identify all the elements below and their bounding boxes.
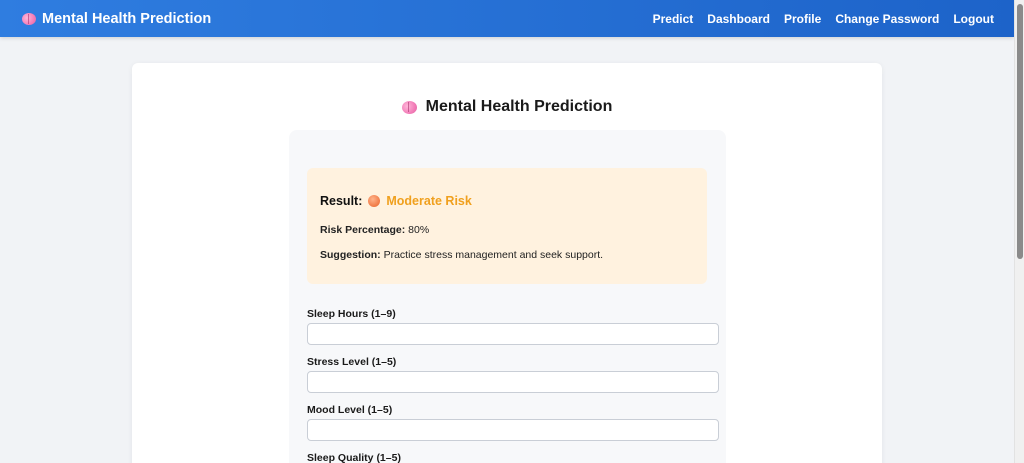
nav-profile[interactable]: Profile xyxy=(784,12,821,26)
brain-icon xyxy=(401,100,417,114)
brain-icon xyxy=(22,12,36,25)
risk-level: Moderate Risk xyxy=(386,194,472,208)
risk-percentage-value: 80% xyxy=(408,224,430,236)
nav-dashboard[interactable]: Dashboard xyxy=(707,12,770,26)
page-title-text: Mental Health Prediction xyxy=(425,98,613,115)
sleep-quality-label: Sleep Quality (1–5) xyxy=(307,452,401,463)
brand[interactable]: Mental Health Prediction xyxy=(22,11,211,27)
result-label: Result: xyxy=(320,194,363,208)
suggestion-value: Practice stress management and seek supp… xyxy=(383,249,604,261)
sleep-hours-label: Sleep Hours (1–9) xyxy=(307,308,396,320)
navbar: Mental Health Prediction Predict Dashboa… xyxy=(0,0,1014,37)
mood-level-input[interactable] xyxy=(307,419,719,441)
risk-percentage: Risk Percentage: 80% xyxy=(320,224,429,236)
mood-level-label: Mood Level (1–5) xyxy=(307,404,393,416)
brand-title: Mental Health Prediction xyxy=(42,10,212,27)
scrollbar-thumb[interactable] xyxy=(1017,4,1023,259)
nav-logout[interactable]: Logout xyxy=(953,12,994,26)
sleep-hours-input[interactable] xyxy=(307,323,719,345)
suggestion: Suggestion: Practice stress management a… xyxy=(320,249,603,261)
result-heading: Result: Moderate Risk xyxy=(320,194,472,208)
scrollbar[interactable] xyxy=(1014,0,1024,463)
nav-predict[interactable]: Predict xyxy=(653,12,694,26)
page-title: Mental Health Prediction xyxy=(0,98,1014,116)
stress-level-input[interactable] xyxy=(307,371,719,393)
stress-level-label: Stress Level (1–5) xyxy=(307,356,397,368)
risk-percentage-label: Risk Percentage: xyxy=(320,224,406,236)
nav-links: Predict Dashboard Profile Change Passwor… xyxy=(653,12,994,26)
nav-change-password[interactable]: Change Password xyxy=(835,12,939,26)
orange-circle-icon xyxy=(368,195,381,207)
suggestion-label: Suggestion: xyxy=(320,249,381,261)
